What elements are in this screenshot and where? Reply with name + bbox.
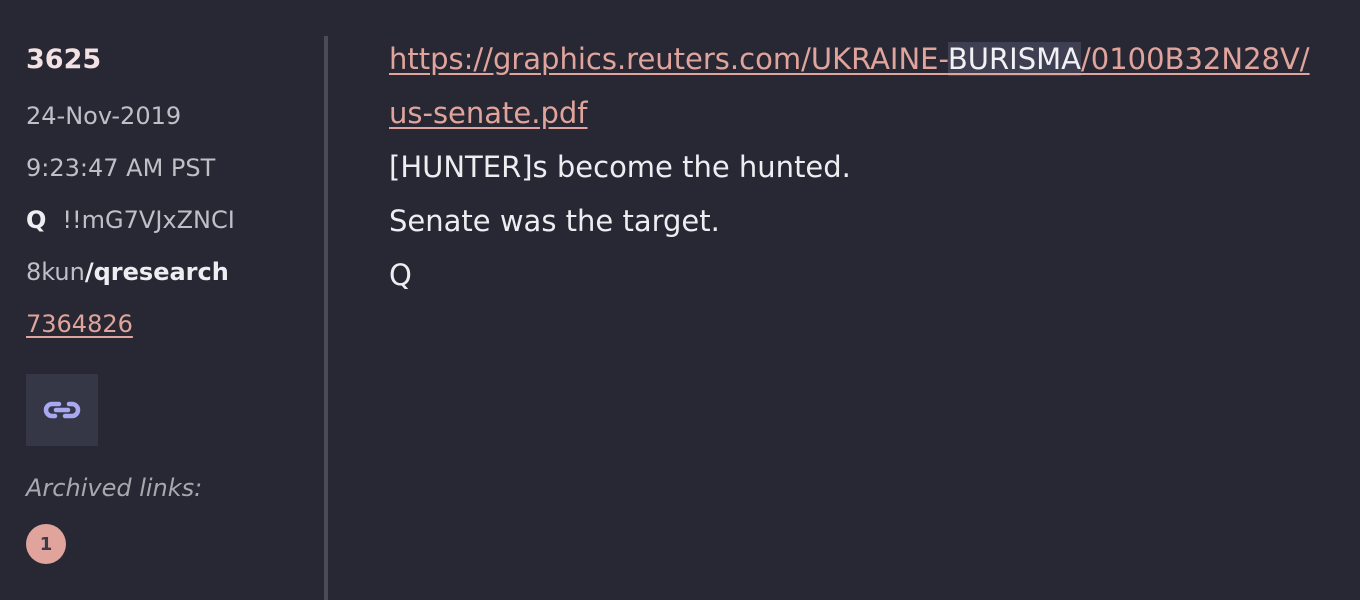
url-part-1: https://graphics.reuters.com/UKRAINE- (389, 42, 948, 76)
post-id-link[interactable]: 7364826 (26, 310, 133, 338)
post-number: 3625 (26, 44, 102, 75)
archived-links-label: Archived links: (26, 474, 203, 502)
url-part-2: /0100B32N28V/ (1081, 42, 1310, 76)
post-signature: Q (389, 258, 412, 292)
post-text-line: Senate was the target. (389, 204, 720, 238)
author-tripcode: !!mG7VJxZNCI (62, 206, 235, 234)
post-author: Q !!mG7VJxZNCI (26, 206, 235, 234)
post-time: 9:23:47 AM PST (26, 154, 216, 182)
source-url-link[interactable]: https://graphics.reuters.com/UKRAINE-BUR… (389, 42, 1310, 76)
board-name: /qresearch (84, 258, 229, 286)
column-divider (324, 36, 328, 600)
archived-link-1[interactable]: 1 (26, 524, 66, 564)
post-text-line: [HUNTER]s become the hunted. (389, 150, 851, 184)
post-date: 24-Nov-2019 (26, 102, 182, 130)
post-board: 8kun/qresearch (26, 258, 229, 286)
copy-link-button[interactable] (26, 374, 98, 446)
url-highlighted-text: BURISMA (947, 42, 1081, 76)
author-name: Q (26, 206, 47, 234)
link-icon (43, 401, 81, 419)
source-url-link-continued[interactable]: us-senate.pdf (389, 96, 588, 130)
site-name: 8kun (26, 258, 85, 286)
post-page: 3625 24-Nov-2019 9:23:47 AM PST Q !!mG7VJ… (0, 0, 1360, 600)
